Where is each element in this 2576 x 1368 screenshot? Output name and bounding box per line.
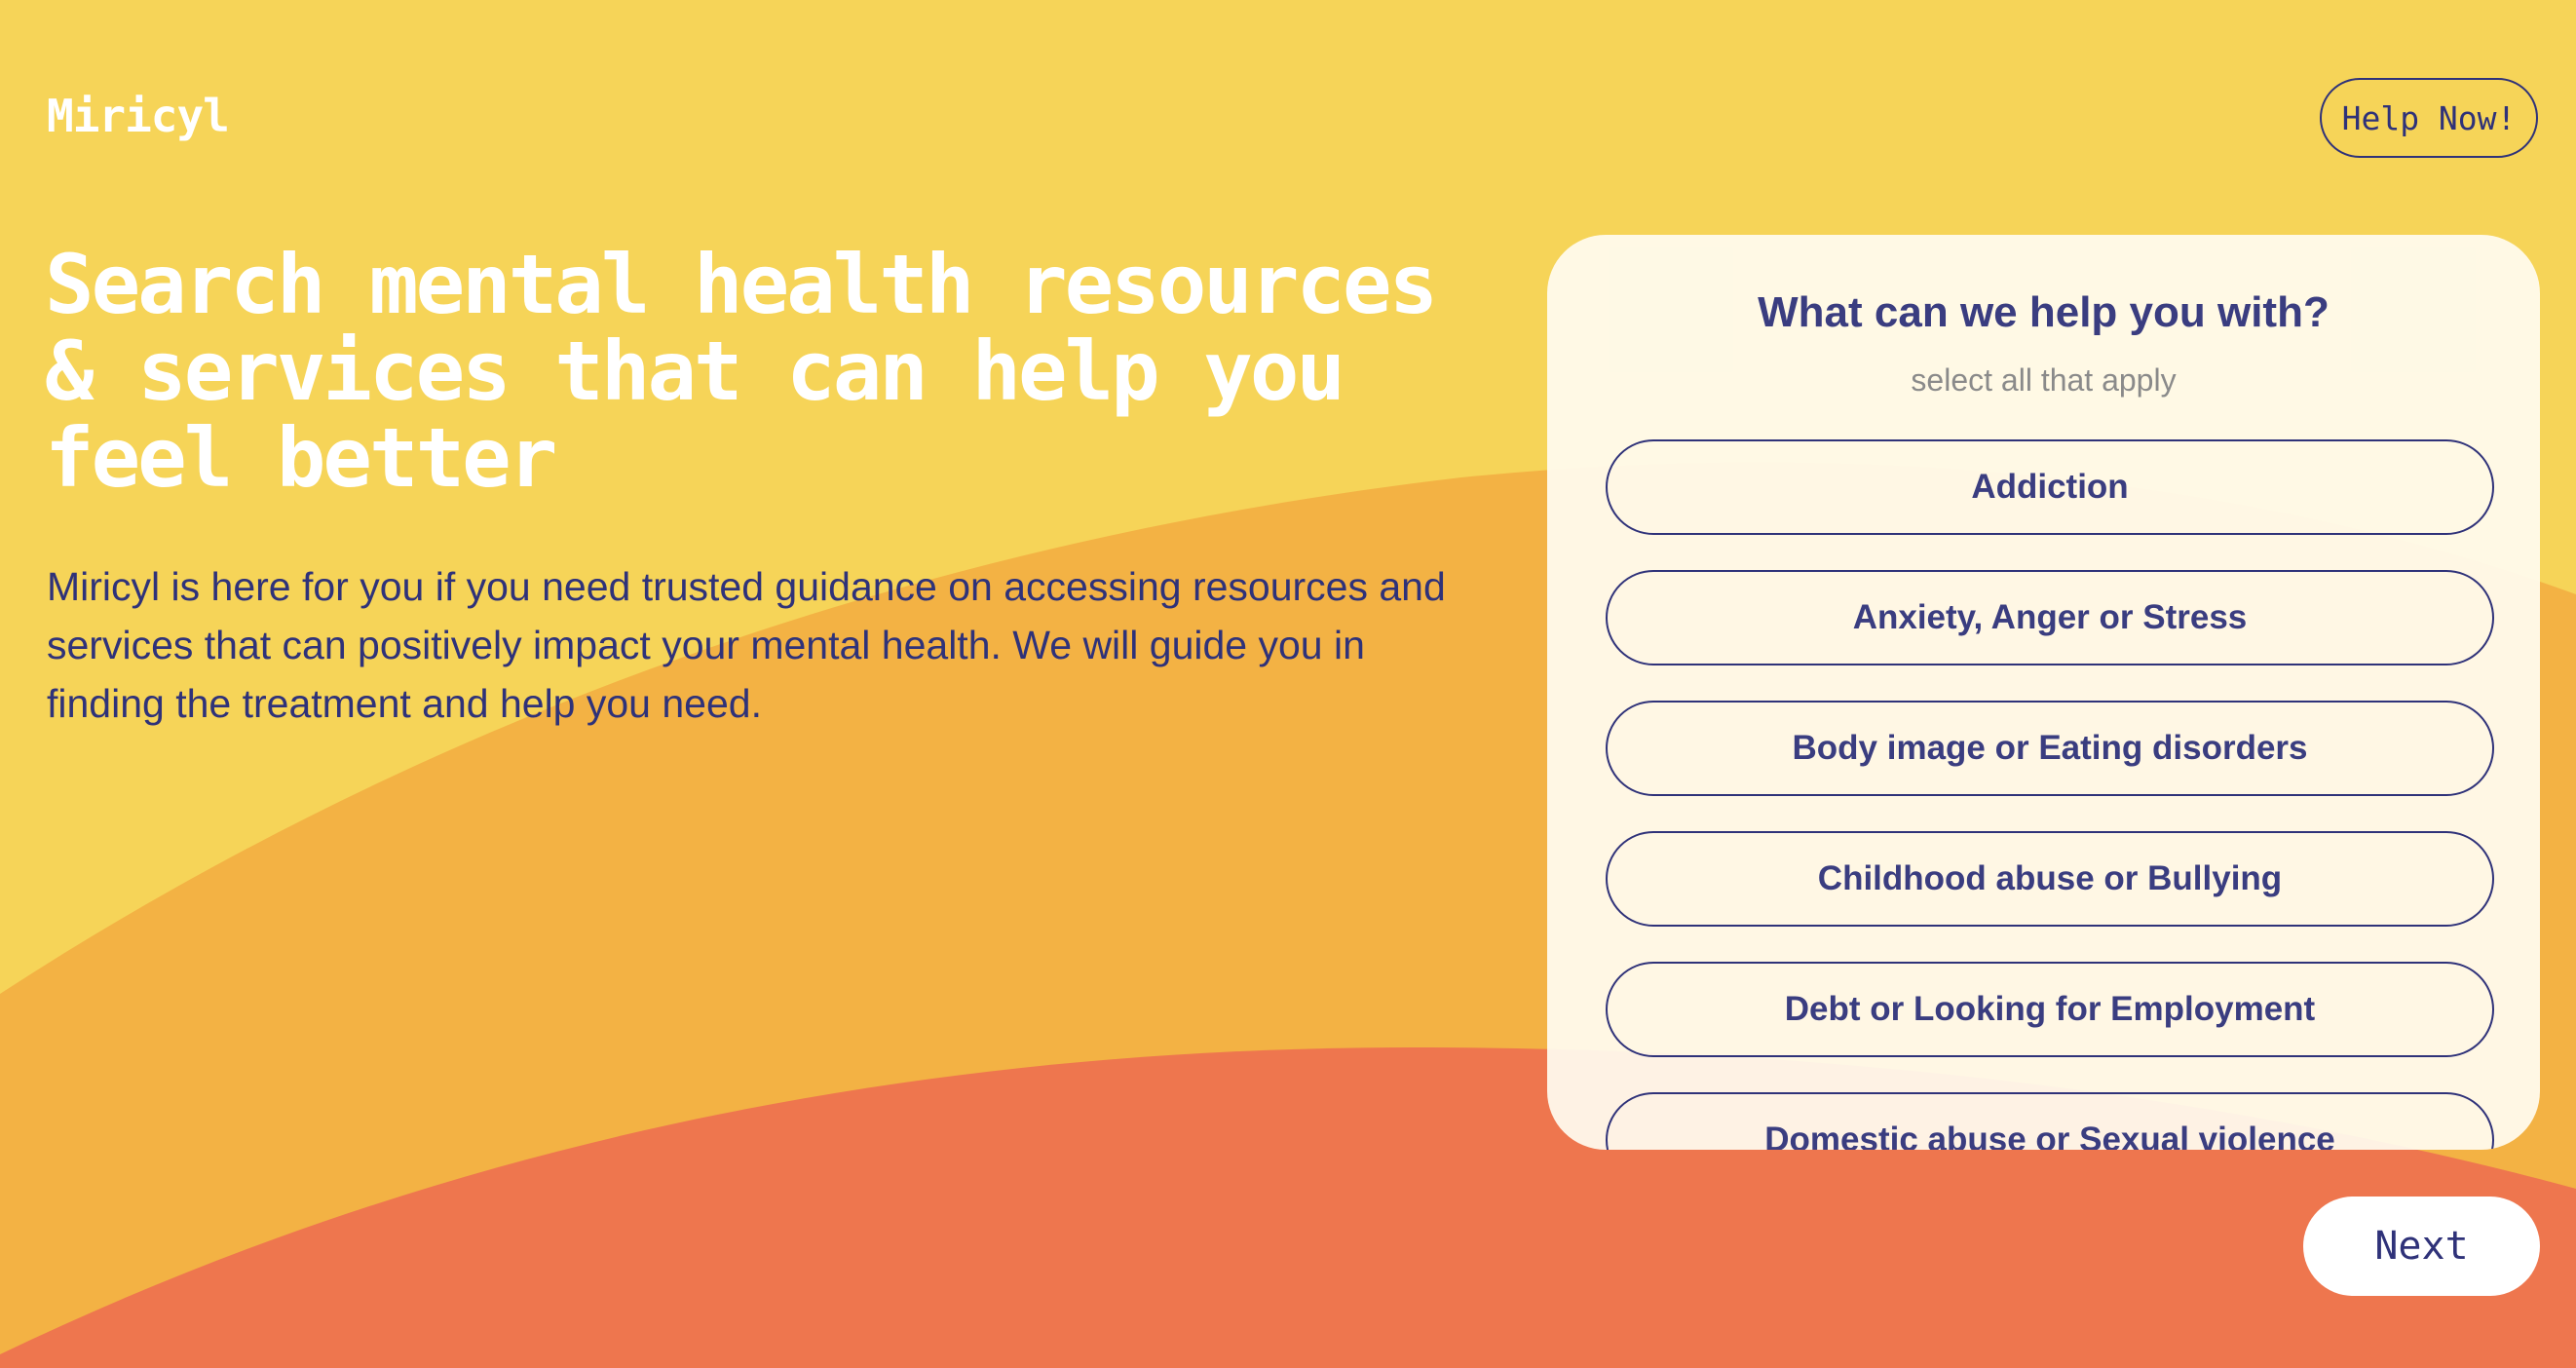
next-button[interactable]: Next (2303, 1197, 2540, 1296)
help-topics-card: What can we help you with? select all th… (1547, 235, 2540, 1150)
topic-option-anxiety-anger-stress[interactable]: Anxiety, Anger or Stress (1606, 570, 2494, 665)
topic-options-list: Addiction Anxiety, Anger or Stress Body … (1606, 439, 2494, 1150)
card-title: What can we help you with? (1758, 288, 2330, 336)
hero-headline: Search mental health resources & service… (45, 237, 1438, 506)
card-subtitle: select all that apply (1911, 362, 2177, 398)
brand-logo[interactable]: Miricyl (47, 90, 230, 142)
topic-option-domestic-abuse-sexual-violence[interactable]: Domestic abuse or Sexual violence (1606, 1092, 2494, 1150)
help-now-button[interactable]: Help Now! (2320, 78, 2538, 158)
topic-option-debt-employment[interactable]: Debt or Looking for Employment (1606, 962, 2494, 1057)
topic-option-childhood-abuse-bullying[interactable]: Childhood abuse or Bullying (1606, 831, 2494, 927)
hero-description: Miricyl is here for you if you need trus… (47, 564, 1446, 726)
topic-option-addiction[interactable]: Addiction (1606, 439, 2494, 535)
topic-option-body-image-eating-disorders[interactable]: Body image or Eating disorders (1606, 701, 2494, 796)
